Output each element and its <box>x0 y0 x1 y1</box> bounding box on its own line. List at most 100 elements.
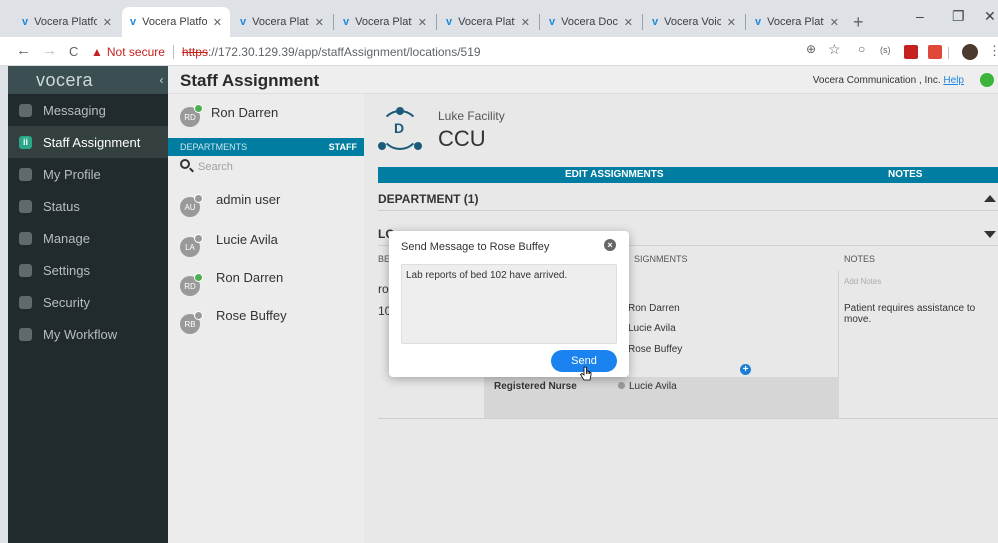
minimize-button[interactable]: – <box>916 8 924 24</box>
tab-close-icon[interactable]: ✕ <box>727 16 736 29</box>
reload-button[interactable]: C <box>69 44 78 59</box>
assignee-name: Rose Buffey <box>628 344 683 355</box>
status-icon <box>19 199 32 213</box>
facility-icon-letter: D <box>394 120 405 136</box>
forward-button[interactable]: → <box>42 42 57 59</box>
browser-tab-bar: v Vocera Platform ✕ v Vocera Platform ✕ … <box>0 0 998 37</box>
url-path: ://172.30.129.39/app/staffAssignment/loc… <box>207 44 481 59</box>
notes-button[interactable]: NOTES <box>888 169 922 180</box>
sidebar-item-label: Status <box>43 198 80 214</box>
browser-tab[interactable]: v Vocera Platform ✕ <box>747 7 847 37</box>
browser-menu-icon[interactable]: ⋮ <box>988 43 998 59</box>
extension-paren-icon[interactable]: (s) <box>880 45 891 55</box>
sidebar-item-label: Security <box>43 294 90 310</box>
browser-tab[interactable]: v Vocera Platform ✕ <box>232 7 332 37</box>
sidebar-item-status[interactable]: Status <box>8 190 168 222</box>
staff-name: Rose Buffey <box>216 308 287 323</box>
add-assignee-icon[interactable]: + <box>740 364 751 375</box>
sidebar-item-label: Settings <box>43 262 90 278</box>
staff-name: admin user <box>216 192 281 207</box>
divider <box>378 418 998 419</box>
vocera-favicon-icon: v <box>446 16 453 28</box>
sidebar-item-manage[interactable]: Manage <box>8 222 168 254</box>
column-header-notes: NOTES <box>844 254 876 264</box>
back-button[interactable]: ← <box>16 42 31 59</box>
tab-close-icon[interactable]: ✕ <box>103 16 112 29</box>
toolbar-separator <box>948 47 949 59</box>
department-section[interactable]: DEPARTMENT (1) <box>378 185 998 211</box>
address-bar: ← → C ▲ Not secure https ://172.30.129.3… <box>0 37 998 66</box>
presence-icon <box>194 234 203 243</box>
dialog-title: Send Message to Rose Buffey <box>401 241 550 253</box>
role-assignee: Lucie Avila <box>618 381 677 392</box>
tab-separator <box>333 14 334 30</box>
url-field[interactable]: ▲ Not secure https ://172.30.129.39/app/… <box>91 41 861 62</box>
current-user[interactable]: RD Ron Darren <box>168 94 364 138</box>
browser-tab[interactable]: v Vocera Platform ✕ <box>14 7 120 37</box>
message-input[interactable]: Lab reports of bed 102 have arrived. <box>401 264 617 344</box>
browser-tab[interactable]: v Vocera Voice S ✕ <box>644 7 744 37</box>
facility-icon-dot <box>414 142 422 150</box>
add-notes-placeholder[interactable]: Add Notes <box>844 277 881 286</box>
action-bar: EDIT ASSIGNMENTS NOTES <box>378 167 998 183</box>
vocera-favicon-icon: v <box>755 16 762 28</box>
pdf-extension-icon[interactable] <box>904 45 918 59</box>
close-window-button[interactable]: ✕ <box>984 8 996 25</box>
avatar: RB <box>180 311 203 334</box>
tab-departments[interactable]: DEPARTMENTS <box>180 142 247 152</box>
bookmark-star-icon[interactable]: ☆ <box>828 41 841 58</box>
tab-close-icon[interactable]: ✕ <box>624 16 633 29</box>
tab-separator <box>436 14 437 30</box>
presence-icon <box>194 273 203 282</box>
edit-assignments-button[interactable]: EDIT ASSIGNMENTS <box>565 169 664 180</box>
tab-close-icon[interactable]: ✕ <box>521 16 530 29</box>
expand-down-icon[interactable] <box>984 231 996 238</box>
tab-close-icon[interactable]: ✕ <box>213 16 222 29</box>
sidebar-item-label: Staff Assignment <box>43 134 141 150</box>
new-tab-button[interactable]: + <box>853 12 864 33</box>
search-input[interactable] <box>198 158 348 175</box>
collapse-sidebar-icon[interactable]: ‹ <box>160 66 165 94</box>
profile-icon <box>19 167 32 181</box>
tab-separator <box>539 14 540 30</box>
tab-staff[interactable]: STAFF <box>329 142 357 152</box>
staff-panel: RD Ron Darren DEPARTMENTS STAFF AU admin… <box>168 94 364 543</box>
close-icon[interactable]: × <box>604 239 616 251</box>
tab-close-icon[interactable]: ✕ <box>830 16 839 29</box>
sidebar-item-settings[interactable]: Settings <box>8 254 168 286</box>
staff-icon: ii <box>19 135 32 149</box>
search-row <box>168 156 364 178</box>
avatar-initials: RD <box>184 112 196 122</box>
sidebar-item-security[interactable]: Security <box>8 286 168 318</box>
tab-close-icon[interactable]: ✕ <box>418 16 427 29</box>
staff-name: Lucie Avila <box>216 232 278 247</box>
company-name: Vocera Communication , Inc. <box>812 75 941 86</box>
browser-tab[interactable]: v Vocera Docum ✕ <box>541 7 641 37</box>
help-link[interactable]: Help <box>943 75 964 86</box>
collapse-up-icon[interactable] <box>984 195 996 202</box>
avatar: LA <box>180 234 203 257</box>
send-message-dialog: Send Message to Rose Buffey × Lab report… <box>389 231 629 377</box>
tab-close-icon[interactable]: ✕ <box>315 16 324 29</box>
column-header-assignments: SIGNMENTS <box>634 254 688 264</box>
sidebar-item-messaging[interactable]: Messaging <box>8 94 168 126</box>
unit-name: CCU <box>438 126 486 151</box>
restore-button[interactable]: ❐ <box>952 8 965 25</box>
extension-circle-icon[interactable]: ○ <box>858 42 865 56</box>
sidebar-item-my-profile[interactable]: My Profile <box>8 158 168 190</box>
assignee-name: Lucie Avila <box>628 323 676 334</box>
vocera-favicon-icon: v <box>240 16 247 28</box>
browser-tab-active[interactable]: v Vocera Platform ✕ <box>122 7 230 37</box>
browser-tab[interactable]: v Vocera Platform ✕ <box>438 7 538 37</box>
zoom-icon[interactable]: ⊕ <box>806 42 816 56</box>
browser-tab[interactable]: v Vocera Platform ✕ <box>335 7 435 37</box>
online-status-icon[interactable] <box>980 73 994 87</box>
window-frame <box>0 0 8 543</box>
manage-icon <box>19 231 32 245</box>
profile-avatar-icon[interactable] <box>962 44 978 60</box>
extension-red-icon[interactable] <box>928 45 942 59</box>
sidebar-item-staff-assignment[interactable]: ii Staff Assignment <box>8 126 168 158</box>
sidebar-item-my-workflow[interactable]: My Workflow <box>8 318 168 350</box>
url-scheme: https <box>181 44 208 59</box>
company-info: Vocera Communication , Inc. Help <box>813 75 964 86</box>
